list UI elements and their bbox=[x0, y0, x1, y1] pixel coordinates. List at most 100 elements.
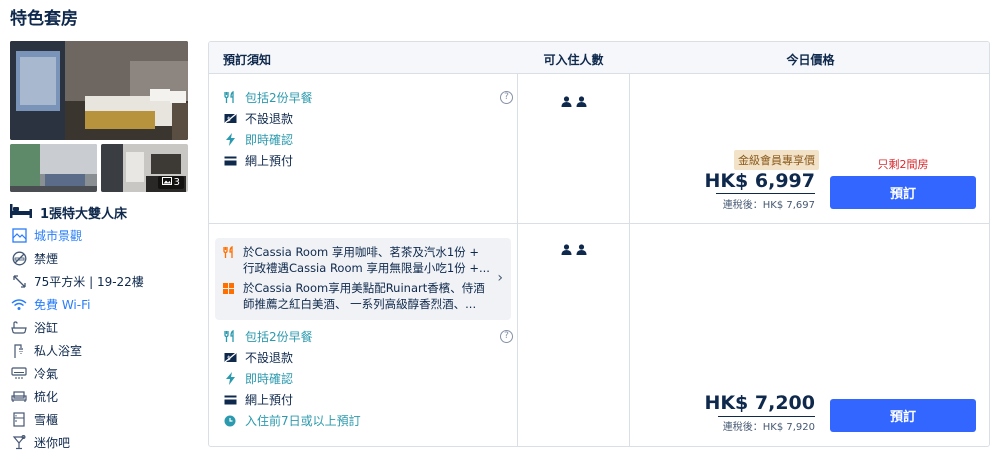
column-divider bbox=[517, 74, 518, 446]
area-icon bbox=[10, 274, 28, 290]
breakfast-label: 包括2份早餐 bbox=[245, 91, 313, 105]
guest-icon bbox=[561, 92, 572, 111]
aircon-icon bbox=[10, 366, 28, 382]
photo-count-badge[interactable]: 3 bbox=[157, 176, 184, 189]
guest-icon bbox=[576, 240, 587, 259]
amenity-sofa: 梳化 bbox=[10, 385, 200, 408]
amenity-city-view: 城市景觀 bbox=[10, 224, 200, 247]
row-divider bbox=[209, 223, 989, 224]
offer-2-tax-price: 連稅後：HK$ 7,920 bbox=[722, 422, 815, 433]
perk-item: 於Cassia Room 享用咖啡、茗茶及汽水1份 + 行政禮遇Cassia R… bbox=[223, 244, 491, 276]
refund-row: $ 不設退款 bbox=[223, 347, 513, 368]
room-thumbnail-2[interactable]: 3 bbox=[101, 144, 188, 192]
section-title: 特色套房 bbox=[10, 9, 78, 29]
advance-booking-row: 入住前7日或以上預訂 bbox=[223, 410, 513, 431]
breakfast-row[interactable]: 包括2份早餐 bbox=[223, 87, 513, 108]
amenity-label: 浴缸 bbox=[34, 321, 59, 335]
chevron-right-icon[interactable]: › bbox=[497, 270, 503, 286]
confirm-row: 即時確認 bbox=[223, 368, 513, 389]
amenity-minibar: 迷你吧 bbox=[10, 431, 200, 452]
svg-text:$: $ bbox=[227, 116, 231, 123]
confirm-label: 即時確認 bbox=[245, 372, 294, 386]
package-icon bbox=[223, 282, 235, 298]
help-icon[interactable]: ? bbox=[500, 91, 513, 104]
offer-1-tax-price: 連稅後：HK$ 7,697 bbox=[722, 200, 815, 211]
advance-booking-label: 入住前7日或以上預訂 bbox=[245, 414, 361, 428]
perk-text: 於Cassia Room享用美點配Ruinart香檳、侍酒師推薦之紅白美酒、 一… bbox=[243, 281, 485, 311]
help-icon[interactable]: ? bbox=[500, 330, 513, 343]
photo-count: 3 bbox=[173, 177, 180, 188]
room-main-photo[interactable] bbox=[10, 41, 188, 140]
payment-label: 網上預付 bbox=[245, 393, 294, 407]
wifi-icon bbox=[10, 297, 28, 313]
amenity-private-bathroom: 私人浴室 bbox=[10, 339, 200, 362]
amenity-label: 雪櫃 bbox=[34, 413, 59, 427]
shower-icon bbox=[10, 343, 28, 359]
payment-label: 網上預付 bbox=[245, 154, 294, 168]
guest-icon bbox=[561, 240, 572, 259]
bed-icon bbox=[10, 203, 32, 222]
offer-1-policy: 包括2份早餐 $ 不設退款 即時確認 網上預付 ? bbox=[223, 87, 513, 171]
minibar-icon bbox=[10, 435, 28, 451]
payment-row: 網上預付 bbox=[223, 150, 513, 171]
header-price: 今日價格 bbox=[786, 53, 835, 67]
breakfast-label: 包括2份早餐 bbox=[245, 330, 313, 344]
price-underline bbox=[718, 416, 815, 417]
no-refund-icon: $ bbox=[223, 351, 237, 365]
perk-text: 於Cassia Room 享用咖啡、茗茶及汽水1份 + 行政禮遇Cassia R… bbox=[243, 245, 490, 275]
bed-type-label: 1張特大雙人床 bbox=[40, 207, 128, 222]
book-button-offer-1[interactable]: 預訂 bbox=[830, 176, 976, 209]
amenity-bathtub: 浴缸 bbox=[10, 316, 200, 339]
svg-text:$: $ bbox=[227, 355, 231, 362]
fridge-icon bbox=[10, 412, 28, 428]
bathtub-icon bbox=[10, 320, 28, 336]
amenity-label: 75平方米 | 19-22樓 bbox=[34, 275, 144, 289]
amenity-label: 梳化 bbox=[34, 390, 59, 404]
amenity-label: 冷氣 bbox=[34, 367, 59, 381]
payment-row: 網上預付 bbox=[223, 389, 513, 410]
confirm-row: 即時確認 bbox=[223, 129, 513, 150]
perk-item: 於Cassia Room享用美點配Ruinart香檳、侍酒師推薦之紅白美酒、 一… bbox=[223, 280, 491, 312]
refund-label: 不設退款 bbox=[245, 351, 294, 365]
toiletries-icon bbox=[10, 389, 28, 405]
bed-type: 1張特大雙人床 bbox=[10, 203, 127, 222]
dining-icon bbox=[223, 245, 235, 263]
offer-1-guests bbox=[518, 92, 629, 111]
member-price-badge: 金級會員專享價 bbox=[734, 150, 819, 170]
amenity-list: 城市景觀 禁煙 75平方米 | 19-22樓 免費 Wi-Fi 浴缸 私人浴室 … bbox=[10, 224, 200, 452]
perks-box[interactable]: 於Cassia Room 享用咖啡、茗茶及汽水1份 + 行政禮遇Cassia R… bbox=[215, 238, 511, 320]
amenity-label: 免費 Wi-Fi bbox=[34, 298, 91, 312]
header-policy: 預訂須知 bbox=[223, 53, 272, 67]
no-smoking-icon bbox=[10, 251, 28, 267]
amenity-label: 迷你吧 bbox=[34, 436, 71, 450]
credit-card-icon bbox=[223, 154, 237, 168]
cutlery-icon bbox=[223, 330, 237, 344]
rate-table-header: 預訂須知 可入住人數 今日價格 bbox=[209, 42, 989, 74]
amenity-area: 75平方米 | 19-22樓 bbox=[10, 270, 200, 293]
offer-1-price: HK$ 6,997 bbox=[704, 170, 815, 192]
refund-label: 不設退款 bbox=[245, 112, 294, 126]
book-button-offer-2[interactable]: 預訂 bbox=[830, 399, 976, 432]
lightning-icon bbox=[223, 372, 237, 386]
cutlery-icon bbox=[223, 91, 237, 105]
amenity-fridge: 雪櫃 bbox=[10, 408, 200, 431]
column-divider bbox=[629, 74, 630, 446]
refund-row: $ 不設退款 bbox=[223, 108, 513, 129]
header-guests: 可入住人數 bbox=[543, 53, 604, 67]
rate-table: 預訂須知 可入住人數 今日價格 包括2份早餐 $ 不設退款 即時確認 網上預付 … bbox=[208, 41, 990, 447]
no-refund-icon: $ bbox=[223, 112, 237, 126]
breakfast-row[interactable]: 包括2份早餐 bbox=[223, 326, 513, 347]
offer-2-guests bbox=[518, 240, 629, 259]
room-thumbnail-1[interactable] bbox=[10, 144, 97, 192]
price-underline bbox=[716, 193, 815, 194]
credit-card-icon bbox=[223, 393, 237, 407]
amenity-aircon: 冷氣 bbox=[10, 362, 200, 385]
amenity-label: 禁煙 bbox=[34, 252, 59, 266]
city-view-icon bbox=[10, 228, 28, 244]
amenity-wifi: 免費 Wi-Fi bbox=[10, 293, 200, 316]
offer-2-policy: 包括2份早餐 $ 不設退款 即時確認 網上預付 入住前7日或以上預訂 ? bbox=[223, 326, 513, 431]
lightning-icon bbox=[223, 133, 237, 147]
advance-booking-icon bbox=[223, 414, 237, 428]
amenity-no-smoking: 禁煙 bbox=[10, 247, 200, 270]
guest-icon bbox=[576, 92, 587, 111]
